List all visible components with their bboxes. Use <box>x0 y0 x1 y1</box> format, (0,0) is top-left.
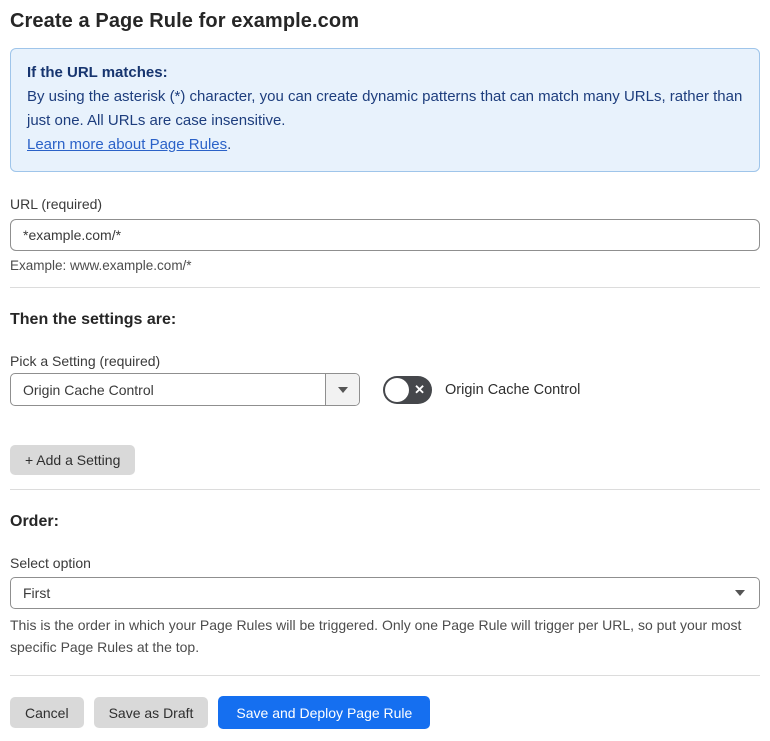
divider <box>10 675 760 677</box>
url-example-text: Example: www.example.com/* <box>10 258 192 273</box>
origin-cache-control-toggle[interactable]: ✕ <box>383 375 432 404</box>
info-box-body: By using the asterisk (*) character, you… <box>27 88 743 129</box>
toggle-knob <box>385 377 409 402</box>
add-setting-button[interactable]: + Add a Setting <box>10 445 136 475</box>
link-suffix: . <box>227 136 232 153</box>
caret-down-icon <box>735 590 745 596</box>
order-section-heading: Order: <box>10 513 59 530</box>
info-box-link-line: Learn more about Page Rules. <box>27 133 743 157</box>
order-help-text: This is the order in which your Page Rul… <box>10 617 742 655</box>
settings-section-heading: Then the settings are: <box>10 311 177 328</box>
url-input[interactable] <box>10 219 760 251</box>
info-box-heading: If the URL matches: <box>27 64 168 81</box>
order-select-caret-area <box>735 578 759 608</box>
save-as-draft-button[interactable]: Save as Draft <box>93 697 209 729</box>
setting-select[interactable]: Origin Cache Control <box>10 373 360 406</box>
caret-down-icon <box>337 386 348 393</box>
cancel-button[interactable]: Cancel <box>10 697 84 729</box>
footer-actions: Cancel Save as Draft Save and Deploy Pag… <box>10 696 760 730</box>
setting-row: Origin Cache Control ✕ Origin Cache Cont… <box>10 373 760 406</box>
learn-more-link[interactable]: Learn more about Page Rules <box>27 136 227 153</box>
toggle-off-x-icon: ✕ <box>414 381 425 397</box>
order-select[interactable]: First <box>10 577 760 609</box>
setting-select-caret-button[interactable] <box>325 374 359 405</box>
select-option-label: Select option <box>10 555 91 571</box>
setting-select-value: Origin Cache Control <box>23 381 154 398</box>
divider <box>10 489 760 490</box>
toggle-label: Origin Cache Control <box>445 381 581 398</box>
save-and-deploy-button[interactable]: Save and Deploy Page Rule <box>218 696 431 730</box>
order-select-value: First <box>23 585 51 601</box>
page-title: Create a Page Rule for example.com <box>10 10 360 32</box>
pick-setting-label: Pick a Setting (required) <box>10 353 161 369</box>
url-matches-info-box: If the URL matches: By using the asteris… <box>10 48 760 172</box>
divider <box>10 287 760 288</box>
url-label: URL (required) <box>10 196 103 212</box>
